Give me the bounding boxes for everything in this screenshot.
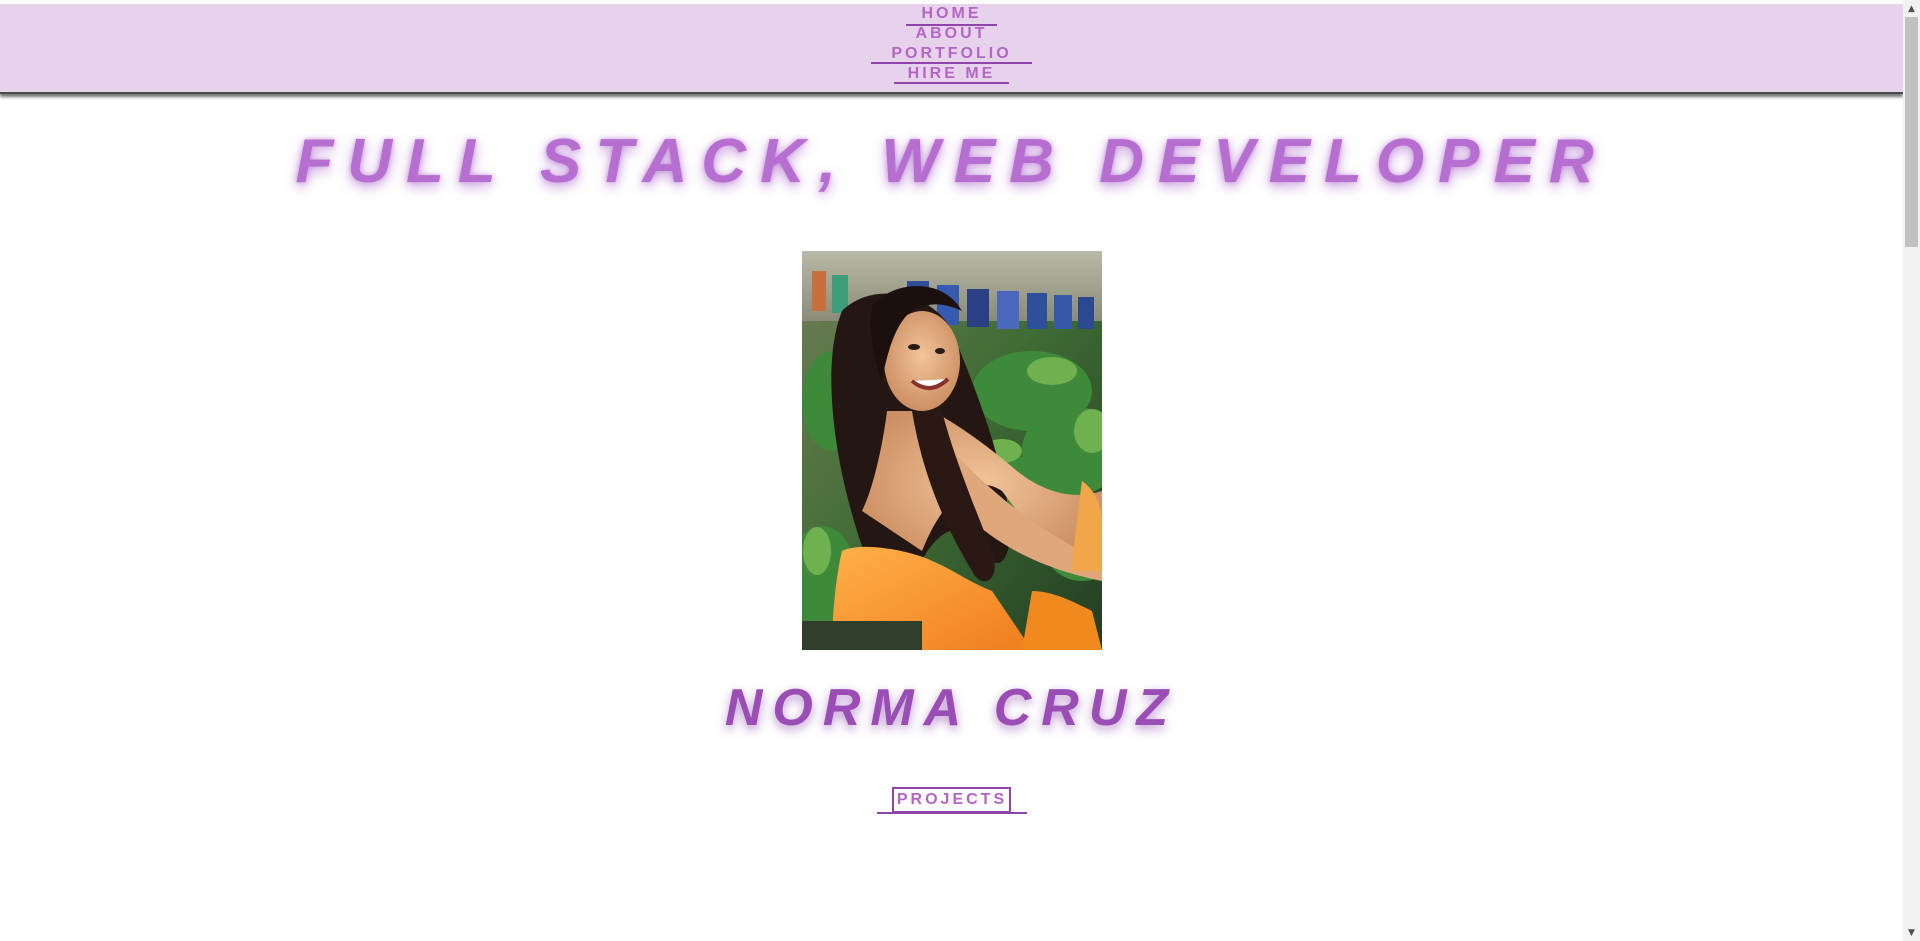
nav-about-link[interactable]: ABOUT — [905, 24, 998, 44]
page: HOME ABOUT PORTFOLIO HIRE ME FULL STACK,… — [0, 0, 1920, 941]
nav-home-link[interactable]: HOME — [912, 4, 992, 24]
projects-button-wrap: PROJECTS — [0, 787, 1903, 813]
projects-underline — [0, 812, 1903, 814]
projects-button[interactable]: PROJECTS — [891, 787, 1012, 813]
nav-portfolio-link[interactable]: PORTFOLIO — [871, 44, 1032, 64]
hero-headline: FULL STACK, WEB DEVELOPER — [295, 127, 1608, 196]
vertical-scrollbar[interactable]: ▲ ▼ — [1903, 0, 1920, 941]
chevron-down-icon[interactable]: ▼ — [1903, 924, 1920, 941]
profile-photo — [802, 251, 1102, 650]
profile-photo-illustration — [802, 251, 1102, 650]
nav-list: HOME ABOUT PORTFOLIO HIRE ME — [0, 4, 1903, 84]
scrollbar-thumb[interactable] — [1905, 17, 1918, 247]
nav-hire-me-link[interactable]: HIRE ME — [893, 64, 1010, 84]
projects-underline-bar — [876, 812, 1027, 814]
chevron-up-icon[interactable]: ▲ — [1903, 0, 1920, 17]
developer-name: NORMA CRUZ — [724, 679, 1179, 737]
navbar: HOME ABOUT PORTFOLIO HIRE ME — [0, 4, 1903, 94]
